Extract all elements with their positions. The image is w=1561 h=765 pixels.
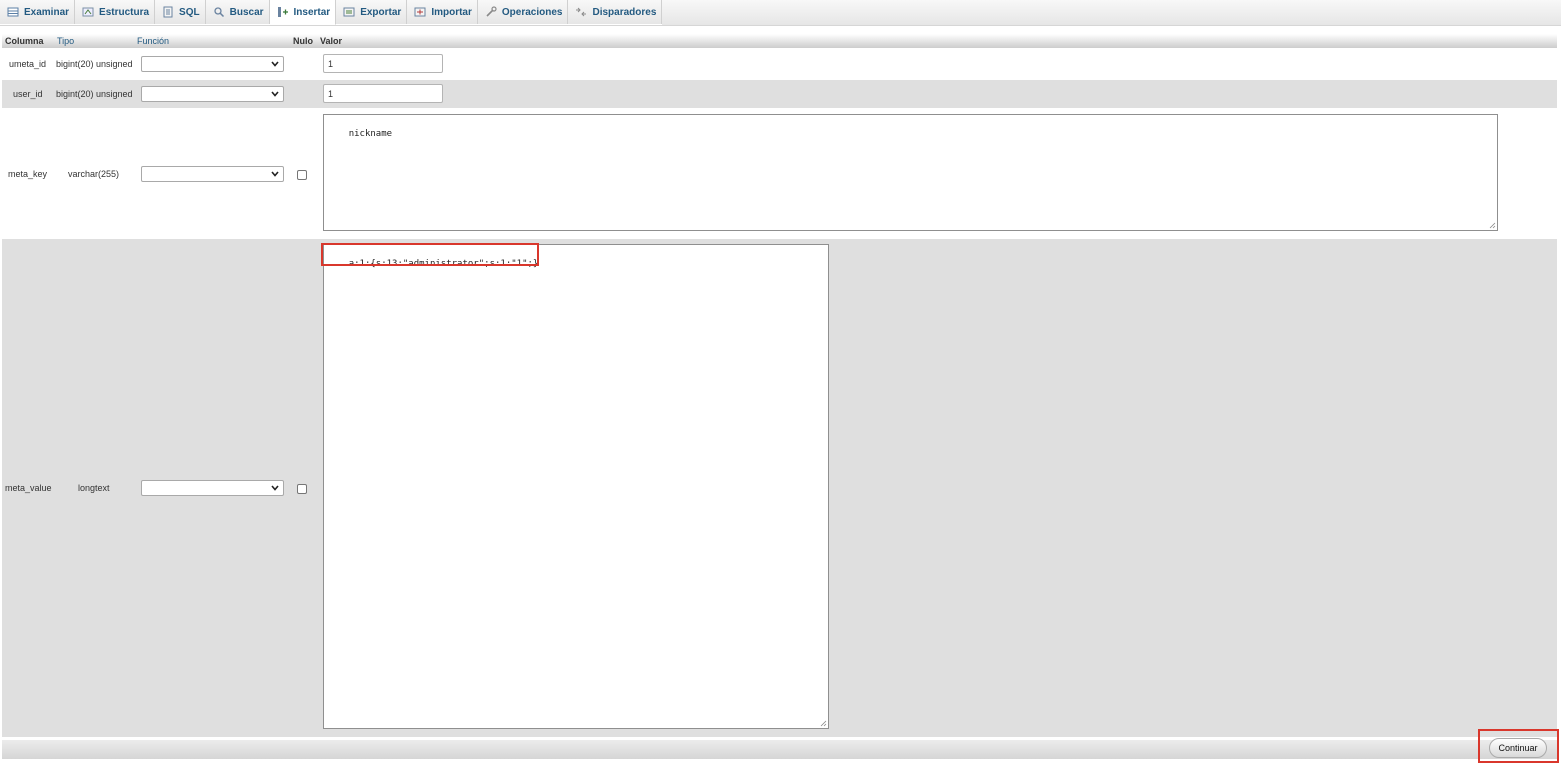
tab-label: Examinar	[24, 6, 70, 18]
column-name: user_id	[13, 89, 43, 99]
tab-buscar[interactable]: Buscar	[205, 0, 270, 24]
form-footer	[2, 740, 1557, 759]
tab-label: SQL	[179, 6, 200, 18]
tab-examinar[interactable]: Examinar	[0, 0, 76, 24]
header-function[interactable]: Función	[137, 36, 169, 46]
tab-operaciones[interactable]: Operaciones	[477, 0, 569, 24]
insert-icon	[277, 6, 289, 18]
function-select[interactable]	[141, 86, 284, 102]
button-highlight-box	[1478, 729, 1559, 763]
tab-label: Buscar	[229, 6, 264, 18]
value-highlight-box	[321, 243, 539, 266]
column-name: meta_value	[5, 483, 52, 493]
resize-grip-icon[interactable]	[819, 719, 827, 727]
function-select[interactable]	[141, 166, 284, 182]
header-type[interactable]: Tipo	[57, 36, 74, 46]
value-input[interactable]: 1	[323, 84, 443, 103]
tab-label: Disparadores	[592, 6, 657, 18]
header-null: Nulo	[293, 36, 313, 46]
column-type: bigint(20) unsigned	[56, 59, 133, 69]
tab-label: Operaciones	[501, 6, 563, 18]
sql-icon	[162, 6, 174, 18]
chevron-down-icon	[271, 485, 279, 491]
value-textarea[interactable]: nickname	[323, 114, 1498, 231]
column-type: varchar(255)	[68, 169, 120, 179]
export-icon	[343, 6, 355, 18]
tab-estructura[interactable]: Estructura	[75, 0, 156, 24]
function-select[interactable]	[141, 56, 284, 72]
tab-label: Insertar	[293, 6, 331, 18]
null-checkbox[interactable]	[297, 484, 307, 494]
column-type: longtext	[78, 483, 110, 493]
resize-grip-icon[interactable]	[1488, 221, 1496, 229]
tab-label: Importar	[431, 6, 472, 18]
table-row: meta_value longtext a:1:{s:13:"administr…	[2, 239, 1557, 737]
value-input[interactable]: 1	[323, 54, 443, 73]
column-name: umeta_id	[9, 59, 47, 69]
triggers-icon	[575, 6, 587, 18]
table-row: meta_key varchar(255) nickname	[2, 110, 1557, 238]
tab-disparadores[interactable]: Disparadores	[568, 0, 663, 24]
column-type: bigint(20) unsigned	[56, 89, 133, 99]
table-row: user_id bigint(20) unsigned 1	[2, 80, 1557, 108]
tab-importar[interactable]: Importar	[407, 0, 478, 24]
tab-insertar[interactable]: Insertar	[269, 0, 337, 25]
chevron-down-icon	[271, 91, 279, 97]
chevron-down-icon	[271, 61, 279, 67]
tab-label: Estructura	[99, 6, 150, 18]
null-checkbox[interactable]	[297, 170, 307, 180]
table-header: Columna Tipo Función Nulo Valor	[2, 34, 1557, 48]
column-name: meta_key	[8, 169, 48, 179]
header-value: Valor	[320, 36, 343, 46]
tab-exportar[interactable]: Exportar	[336, 0, 408, 24]
tab-sql[interactable]: SQL	[155, 0, 206, 24]
tab-bar: Examinar Estructura SQL Buscar Insertar …	[0, 0, 1561, 26]
function-select[interactable]	[141, 480, 284, 496]
import-icon	[414, 6, 426, 18]
header-column: Columna	[5, 36, 44, 46]
tab-label: Exportar	[360, 6, 402, 18]
structure-icon	[82, 6, 94, 18]
value-text: nickname	[348, 129, 393, 139]
operations-icon	[485, 6, 497, 18]
browse-icon	[7, 6, 19, 18]
tab-bar-filler	[662, 0, 1561, 25]
search-icon	[213, 6, 225, 18]
chevron-down-icon	[271, 171, 279, 177]
value-textarea[interactable]: a:1:{s:13:"administrator";s:1:"1";}	[323, 244, 829, 729]
table-row: umeta_id bigint(20) unsigned 1	[2, 50, 1557, 78]
